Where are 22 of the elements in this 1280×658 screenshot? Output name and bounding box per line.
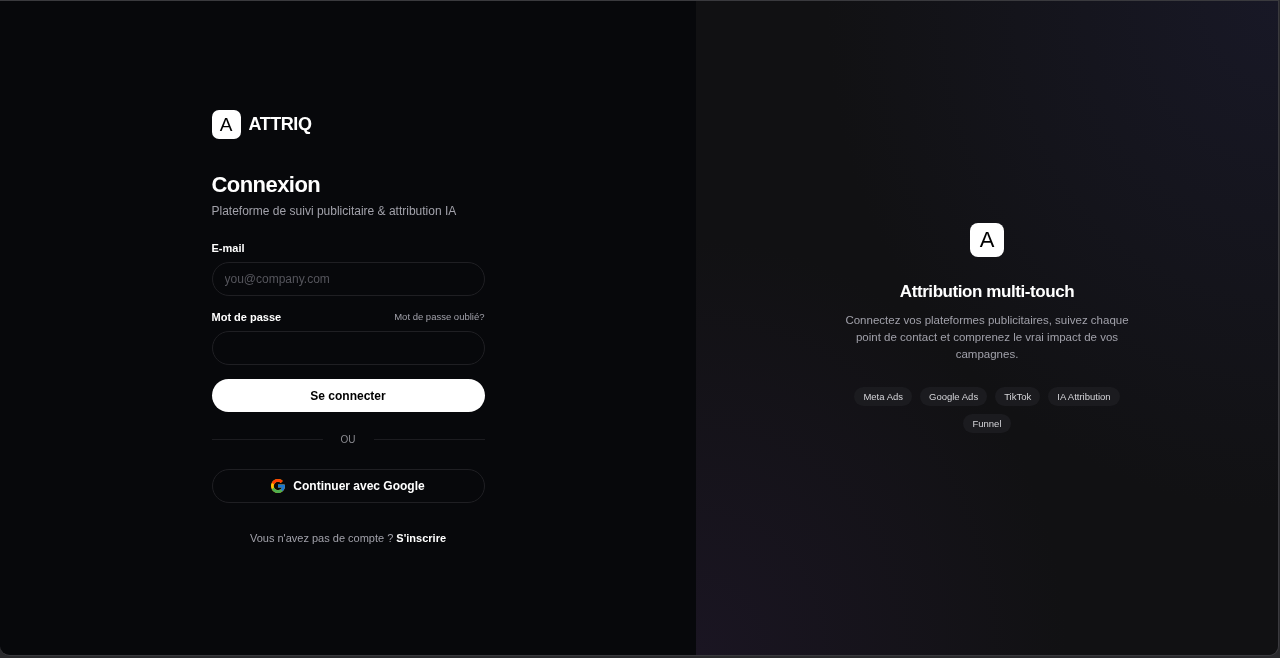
- tag-chip: Funnel: [963, 413, 1011, 433]
- tag-chip: Google Ads: [920, 386, 988, 406]
- sign-in-button[interactable]: Se connecter: [211, 379, 485, 412]
- showcase-title: Attribution multi-touch: [899, 281, 1075, 304]
- forgot-password-link[interactable]: Mot de passe oublié?: [394, 309, 485, 325]
- brand-name: ATTRIQ: [248, 115, 312, 133]
- logo-mark: A: [970, 223, 1004, 258]
- input-field[interactable]: you@company.com: [211, 262, 485, 296]
- input-field[interactable]: [211, 331, 485, 365]
- divider-label: OU: [339, 433, 357, 447]
- field-label: Mot de passe: [211, 309, 282, 325]
- showcase-description: Connectez vos plateformes publicitaires, suivez chaque point de contact et comprenez le vrai impact de vos campagnes.: [844, 312, 1130, 362]
- tag-chip: Meta Ads: [854, 386, 912, 406]
- signup-prompt: Vous n'avez pas de compte ? S'inscrire: [248, 531, 448, 546]
- signup-link[interactable]: S'inscrire: [396, 532, 447, 544]
- field-label: E-mail: [211, 240, 245, 256]
- page-subtitle: Plateforme de suivi publicitaire & attribution IA: [211, 203, 458, 220]
- logo-mark: A: [211, 109, 241, 139]
- page-title: Connexion: [211, 170, 322, 198]
- tag-chip: IA Attribution: [1048, 386, 1120, 406]
- g-logo-icon: [271, 479, 286, 493]
- tag-chip: TikTok: [995, 386, 1041, 406]
